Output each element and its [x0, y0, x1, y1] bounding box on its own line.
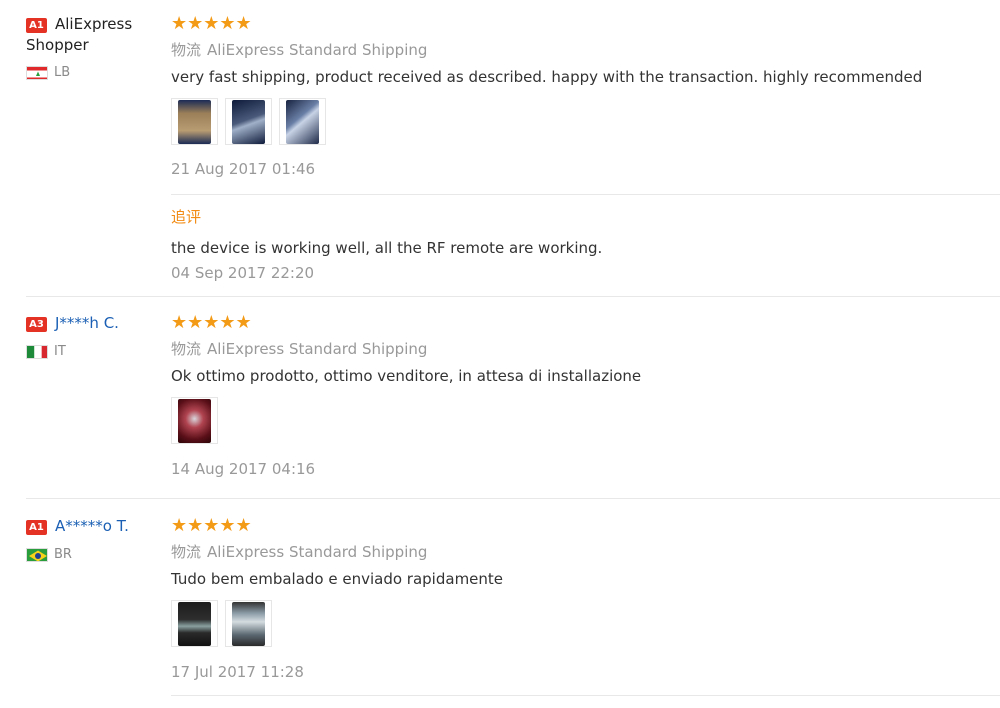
star-rating: ★★★★★: [171, 312, 252, 333]
country-code: BR: [54, 547, 72, 562]
shipping-method: AliExpress Standard Shipping: [207, 340, 428, 358]
brazil-flag-icon: [26, 547, 48, 562]
review-photo[interactable]: [171, 600, 218, 647]
followup-text: the device is working well, all the RF r…: [171, 239, 603, 257]
reviewer-name[interactable]: A*****o T.: [55, 517, 129, 535]
reviewer-country: LB: [26, 65, 166, 80]
reviewer-country: IT: [26, 344, 166, 359]
review-photo[interactable]: [279, 98, 326, 145]
review-photo[interactable]: [225, 600, 272, 647]
review-separator: [26, 296, 1000, 297]
reviewer-info: A1 AliExpress Shopper LB: [26, 14, 166, 80]
reviewer-info: A3 J****h C. IT: [26, 313, 166, 359]
italy-flag-icon: [26, 344, 48, 359]
review-date: 21 Aug 2017 01:46: [171, 160, 316, 178]
shipping-label: 物流: [171, 543, 202, 561]
star-rating: ★★★★★: [171, 13, 252, 34]
star-rating: ★★★★★: [171, 515, 252, 536]
review-photos: [171, 600, 1000, 647]
review-text: very fast shipping, product received as …: [171, 68, 923, 86]
shipping-method: AliExpress Standard Shipping: [207, 543, 428, 561]
review-photo[interactable]: [171, 98, 218, 145]
level-badge: A1: [26, 520, 47, 535]
reviewer-country: BR: [26, 547, 166, 562]
divider: [171, 695, 1000, 696]
shipping-method: AliExpress Standard Shipping: [207, 41, 428, 59]
country-code: IT: [54, 344, 66, 359]
review-photo[interactable]: [171, 397, 218, 444]
review-photos: [171, 98, 1000, 145]
shipping-info: 物流 AliExpress Standard Shipping: [171, 542, 1000, 562]
level-badge: A1: [26, 18, 47, 33]
review-separator: [26, 498, 1000, 499]
review-photos: [171, 397, 1000, 444]
shipping-info: 物流 AliExpress Standard Shipping: [171, 339, 1000, 359]
review-text: Ok ottimo prodotto, ottimo venditore, in…: [171, 367, 642, 385]
review-date: 14 Aug 2017 04:16: [171, 460, 316, 478]
shipping-label: 物流: [171, 41, 202, 59]
reviewer-name[interactable]: J****h C.: [55, 314, 119, 332]
review-photo[interactable]: [225, 98, 272, 145]
lebanon-flag-icon: [26, 65, 48, 80]
country-code: LB: [54, 65, 71, 80]
followup-date: 04 Sep 2017 22:20: [171, 264, 315, 282]
level-badge: A3: [26, 317, 47, 332]
reviewer-info: A1 A*****o T. BR: [26, 516, 166, 562]
shipping-label: 物流: [171, 340, 202, 358]
followup-label: 追评: [171, 208, 202, 226]
divider: [171, 194, 1000, 195]
shipping-info: 物流 AliExpress Standard Shipping: [171, 40, 1000, 60]
review-date: 17 Jul 2017 11:28: [171, 663, 304, 681]
review-text: Tudo bem embalado e enviado rapidamente: [171, 570, 504, 588]
